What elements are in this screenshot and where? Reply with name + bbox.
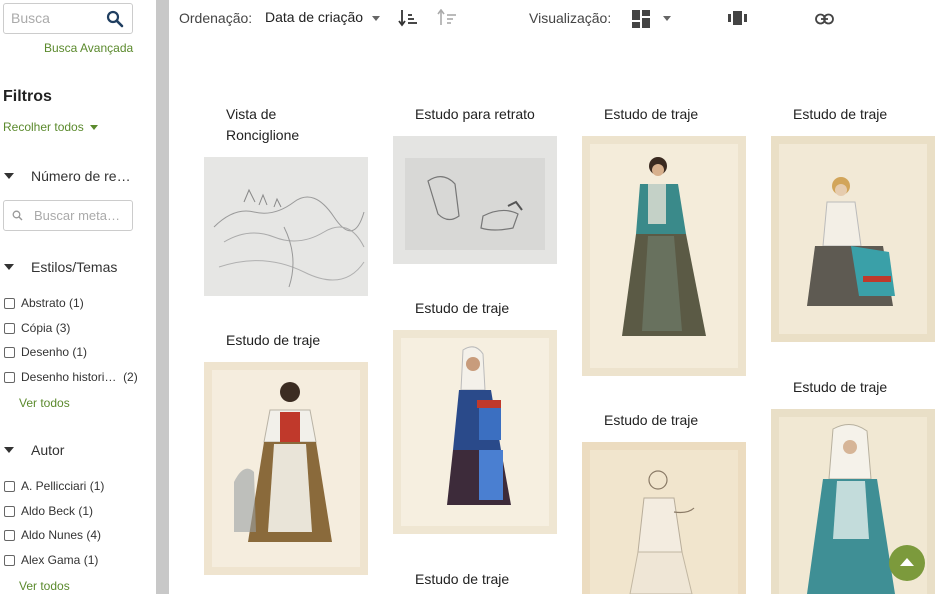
scroll-top-icon[interactable] xyxy=(889,545,925,581)
filter-label: Cópia xyxy=(21,321,53,335)
caret-down-icon xyxy=(4,264,14,270)
gallery-item[interactable]: Estudo de traje xyxy=(771,104,935,125)
filter-checkbox-item[interactable]: Desenho (1) xyxy=(4,345,87,359)
item-title: Estudo de traje xyxy=(226,332,321,348)
search-box xyxy=(3,3,133,34)
filter-checkbox-item[interactable]: Alex Gama (1) xyxy=(4,553,98,567)
checkbox[interactable] xyxy=(4,505,15,517)
masonry-view-icon[interactable] xyxy=(632,10,650,33)
item-title: Estudo de traje xyxy=(793,379,888,395)
metadata-search-box xyxy=(3,200,133,231)
checkbox[interactable] xyxy=(4,371,15,383)
filter-count: (2) xyxy=(123,370,138,384)
item-title: Estudo de traje xyxy=(415,571,510,587)
sidebar-resize-handle[interactable] xyxy=(156,0,169,594)
artwork-thumbnail[interactable] xyxy=(204,157,368,296)
checkbox[interactable] xyxy=(4,297,15,309)
filter-label: A. Pellicciari xyxy=(21,479,87,493)
see-all-authors-link[interactable]: Ver todos xyxy=(19,579,70,593)
item-title: Estudo de traje xyxy=(604,106,699,122)
checkbox[interactable] xyxy=(4,480,15,492)
gallery-item[interactable]: Estudo de traje xyxy=(771,377,935,398)
filter-checkbox-item[interactable]: Desenho histori… (2) xyxy=(4,370,138,384)
artwork-thumbnail[interactable] xyxy=(393,330,557,534)
filter-count: (1) xyxy=(89,479,105,493)
sort-dropdown-icon[interactable] xyxy=(372,16,380,21)
advanced-search-link[interactable]: Busca Avançada xyxy=(44,41,133,55)
filter-count: (1) xyxy=(72,345,88,359)
sidebar: Busca Avançada Filtros Recolher todos Nú… xyxy=(0,0,156,594)
search-icon xyxy=(12,210,23,221)
view-dropdown-icon[interactable] xyxy=(663,16,671,21)
search-icon[interactable] xyxy=(106,10,124,28)
facet-author[interactable]: Autor xyxy=(3,442,64,458)
sort-descending-icon[interactable] xyxy=(398,9,418,32)
filter-checkbox-item[interactable]: Cópia (3) xyxy=(4,321,70,335)
artwork-thumbnail[interactable] xyxy=(582,442,746,594)
filter-label: Desenho xyxy=(21,345,70,359)
link-icon[interactable] xyxy=(815,12,834,30)
filter-count: (4) xyxy=(86,528,102,542)
facet-record-number[interactable]: Número de re… xyxy=(3,168,131,184)
caret-down-icon xyxy=(89,124,98,130)
caret-down-icon xyxy=(4,173,14,179)
collapse-all-button[interactable]: Recolher todos xyxy=(3,120,98,134)
filter-label: Abstrato xyxy=(21,296,66,310)
sort-select[interactable]: Data de criação xyxy=(265,9,363,25)
see-all-styles-link[interactable]: Ver todos xyxy=(19,396,70,410)
filter-label: Desenho histori… xyxy=(21,370,117,384)
sort-label: Ordenação: xyxy=(179,10,253,26)
metadata-search-input[interactable] xyxy=(34,208,129,223)
gallery-item[interactable]: Estudo de traje xyxy=(582,410,746,431)
artwork-thumbnail[interactable] xyxy=(771,136,935,342)
filters-title: Filtros xyxy=(3,88,52,105)
filter-count: (1) xyxy=(78,504,94,518)
artwork-thumbnail[interactable] xyxy=(204,362,368,575)
filter-checkbox-item[interactable]: Abstrato (1) xyxy=(4,296,84,310)
filter-count: (1) xyxy=(69,296,84,310)
filter-checkbox-item[interactable]: Aldo Nunes (4) xyxy=(4,528,101,542)
view-label: Visualização: xyxy=(529,10,612,26)
search-input[interactable] xyxy=(11,10,101,26)
item-title: Estudo para retrato xyxy=(415,106,535,122)
gallery-item[interactable]: Vista de Ronciglione xyxy=(204,104,368,146)
item-title: Estudo de traje xyxy=(415,300,510,316)
gallery-item[interactable]: Estudo de traje xyxy=(393,298,557,319)
item-title: Estudo de traje xyxy=(604,412,699,428)
sort-ascending-icon[interactable] xyxy=(437,8,457,32)
item-title: Vista de xyxy=(226,106,277,122)
filter-label: Aldo Nunes xyxy=(21,528,84,542)
gallery-item[interactable]: Estudo de traje xyxy=(204,330,368,351)
item-title: Ronciglione xyxy=(226,127,300,143)
facet-label: Número de re… xyxy=(31,168,131,184)
collapse-all-label: Recolher todos xyxy=(3,120,84,134)
facet-styles-themes[interactable]: Estilos/Temas xyxy=(3,259,117,275)
checkbox[interactable] xyxy=(4,346,15,358)
filter-count: (3) xyxy=(55,321,71,335)
gallery-item[interactable]: Estudo para retrato xyxy=(393,104,557,125)
item-title: Estudo de traje xyxy=(793,106,888,122)
facet-label: Autor xyxy=(31,442,65,458)
gallery-item[interactable]: Estudo de traje xyxy=(393,569,557,590)
filter-label: Alex Gama xyxy=(21,553,81,567)
checkbox[interactable] xyxy=(4,554,15,566)
checkbox[interactable] xyxy=(4,322,15,334)
caret-down-icon xyxy=(4,447,14,453)
artwork-thumbnail[interactable] xyxy=(393,136,557,264)
facet-label: Estilos/Temas xyxy=(31,259,118,275)
slideshow-view-icon[interactable] xyxy=(728,10,747,31)
gallery-item[interactable]: Estudo de traje xyxy=(582,104,746,125)
filter-checkbox-item[interactable]: Aldo Beck (1) xyxy=(4,504,93,518)
filter-count: (1) xyxy=(83,553,99,567)
filter-checkbox-item[interactable]: A. Pellicciari (1) xyxy=(4,479,104,493)
checkbox[interactable] xyxy=(4,529,15,541)
artwork-thumbnail[interactable] xyxy=(582,136,746,376)
filter-label: Aldo Beck xyxy=(21,504,76,518)
